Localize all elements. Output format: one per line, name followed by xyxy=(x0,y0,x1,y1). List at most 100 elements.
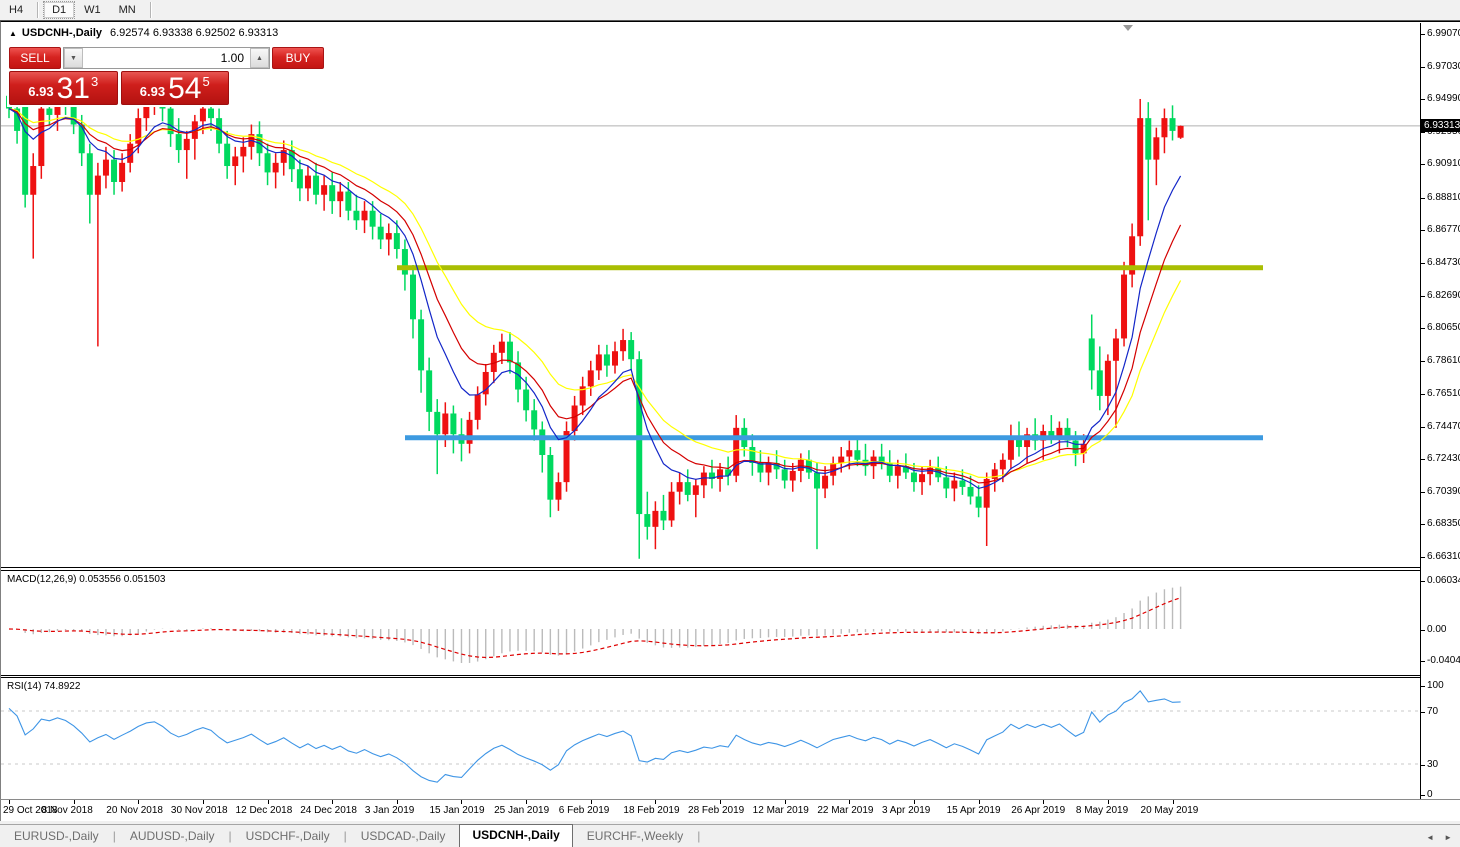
date-tick xyxy=(526,800,528,804)
date-tick xyxy=(784,800,786,804)
date-tick xyxy=(267,800,269,804)
axis-tick xyxy=(1421,230,1425,232)
timeframe-button-h4[interactable]: H4 xyxy=(1,2,31,18)
tabs-scroll-left-icon[interactable]: ◄ xyxy=(1426,833,1434,842)
panel-separator[interactable] xyxy=(1,675,1460,676)
chart-tab-usdchf[interactable]: USDCHF-,Daily xyxy=(232,826,344,847)
macd-signal-value: 0.051503 xyxy=(123,574,166,585)
scroll-to-end-marker[interactable] xyxy=(1123,25,1133,31)
date-axis-label: 8 May 2019 xyxy=(1075,805,1129,816)
sell-button[interactable]: SELL xyxy=(9,47,61,69)
axis-tick xyxy=(1421,795,1425,796)
price-axis-label: 6.86770 xyxy=(1427,224,1460,236)
rsi-indicator-canvas xyxy=(1,690,1420,783)
price-axis: 6.93313 6.990706.970306.949906.929506.90… xyxy=(1420,23,1460,800)
ohlc-values: 6.92574 6.93338 6.92502 6.93313 xyxy=(110,27,279,39)
axis-tick xyxy=(1421,197,1425,199)
price-axis-label: 6.82690 xyxy=(1427,289,1460,301)
price-axis-label: 6.74470 xyxy=(1427,420,1460,432)
volume-decrease-icon[interactable]: ▼ xyxy=(64,48,83,68)
axis-tick xyxy=(1421,66,1425,68)
price-axis-label: 6.76510 xyxy=(1427,388,1460,400)
date-tick xyxy=(978,800,980,804)
date-tick xyxy=(73,800,75,804)
date-tick xyxy=(1107,800,1109,804)
timeframe-button-mn[interactable]: MN xyxy=(111,2,144,18)
date-axis-label: 22 Mar 2019 xyxy=(817,805,874,816)
axis-tick xyxy=(1421,328,1425,330)
date-axis-label: 18 Feb 2019 xyxy=(623,805,680,816)
panel-separator[interactable] xyxy=(1,570,1460,571)
date-tick xyxy=(332,800,334,804)
date-tick xyxy=(396,800,398,804)
chart-tab-usdcad[interactable]: USDCAD-,Daily xyxy=(347,826,460,847)
axis-tick xyxy=(1421,557,1425,558)
axis-tick xyxy=(1421,630,1425,631)
macd-axis-label: 0.00 xyxy=(1427,624,1447,635)
axis-tick xyxy=(1421,712,1425,713)
price-axis-label: 6.94990 xyxy=(1427,93,1460,105)
axis-tick xyxy=(1421,262,1425,264)
date-tick xyxy=(1172,800,1174,804)
axis-tick xyxy=(1421,661,1425,662)
date-tick xyxy=(720,800,722,804)
price-axis-label: 6.97030 xyxy=(1427,60,1460,72)
date-tick xyxy=(461,800,463,804)
date-axis-label: 15 Apr 2019 xyxy=(946,805,1001,816)
date-axis-label: 3 Apr 2019 xyxy=(881,805,931,816)
buy-price-prefix: 6.93 xyxy=(139,84,166,99)
panel-separator[interactable] xyxy=(1,567,1460,568)
buy-button[interactable]: BUY xyxy=(272,47,324,69)
axis-tick xyxy=(1421,99,1425,101)
macd-label: MACD(12,26,9) 0.053556 0.051503 xyxy=(7,574,166,585)
chart-tab-eurchf[interactable]: EURCHF-,Weekly xyxy=(573,826,697,847)
chart-tab-usdcnh[interactable]: USDCNH-,Daily xyxy=(459,824,573,847)
tabs-scroll-right-icon[interactable]: ► xyxy=(1444,833,1452,842)
volume-increase-icon[interactable]: ▲ xyxy=(250,48,269,68)
date-axis-label: 3 Jan 2019 xyxy=(364,805,415,816)
date-tick xyxy=(202,800,204,804)
symbol-title: USDCNH-,Daily xyxy=(21,27,102,39)
price-axis-label: 6.72430 xyxy=(1427,453,1460,465)
current-price-tag: 6.93313 xyxy=(1421,118,1460,132)
date-tick xyxy=(138,800,140,804)
date-tick xyxy=(9,800,10,804)
rsi-value: 74.8922 xyxy=(44,681,81,692)
axis-tick xyxy=(1421,491,1425,493)
macd-axis-label: -0.040415 xyxy=(1427,655,1460,666)
panel-separator[interactable] xyxy=(1,677,1460,678)
chart-window: ▲ USDCNH-,Daily 6.92574 6.93338 6.92502 6.… xyxy=(0,21,1460,821)
price-axis-label: 6.68350 xyxy=(1427,518,1460,530)
axis-tick xyxy=(1421,765,1425,767)
axis-tick xyxy=(1421,394,1425,396)
buy-price-pips: 54 xyxy=(168,72,202,105)
chart-tab-audusd[interactable]: AUDUSD-,Daily xyxy=(116,826,229,847)
price-axis-label: 6.78610 xyxy=(1427,354,1460,366)
buy-price-point: 5 xyxy=(202,74,210,89)
timeframe-button-d1[interactable]: D1 xyxy=(43,1,76,19)
buy-price-panel[interactable]: 6.93 54 5 xyxy=(120,71,229,105)
timeframe-toolbar: H4 D1 W1 MN xyxy=(0,0,1460,21)
chart-tab-eurusd[interactable]: EURUSD-,Daily xyxy=(0,826,113,847)
axis-tick xyxy=(1421,524,1425,526)
price-axis-label: 6.88810 xyxy=(1427,191,1460,203)
timeframe-button-w1[interactable]: W1 xyxy=(76,2,109,18)
date-axis-label: 28 Feb 2019 xyxy=(688,805,745,816)
axis-tick xyxy=(1421,295,1425,297)
axis-tick xyxy=(1421,459,1425,461)
date-axis-label: 30 Nov 2018 xyxy=(170,805,228,816)
date-tick xyxy=(590,800,592,804)
collapse-trade-panel-icon[interactable]: ▲ xyxy=(9,29,17,38)
price-axis-label: 6.84730 xyxy=(1427,256,1460,268)
sell-price-panel[interactable]: 6.93 31 3 xyxy=(9,71,118,105)
sell-price-pips: 31 xyxy=(56,72,90,105)
date-axis-label: 12 Mar 2019 xyxy=(752,805,809,816)
date-axis-label: 26 Apr 2019 xyxy=(1011,805,1066,816)
volume-input[interactable] xyxy=(83,48,250,68)
price-axis-label: 6.66310 xyxy=(1427,551,1460,562)
date-axis-label: 20 May 2019 xyxy=(1140,805,1199,816)
rsi-axis-label: 30 xyxy=(1427,759,1439,771)
date-axis-label: 12 Dec 2018 xyxy=(235,805,293,816)
toolbar-separator xyxy=(37,2,39,18)
axis-tick xyxy=(1421,686,1425,687)
